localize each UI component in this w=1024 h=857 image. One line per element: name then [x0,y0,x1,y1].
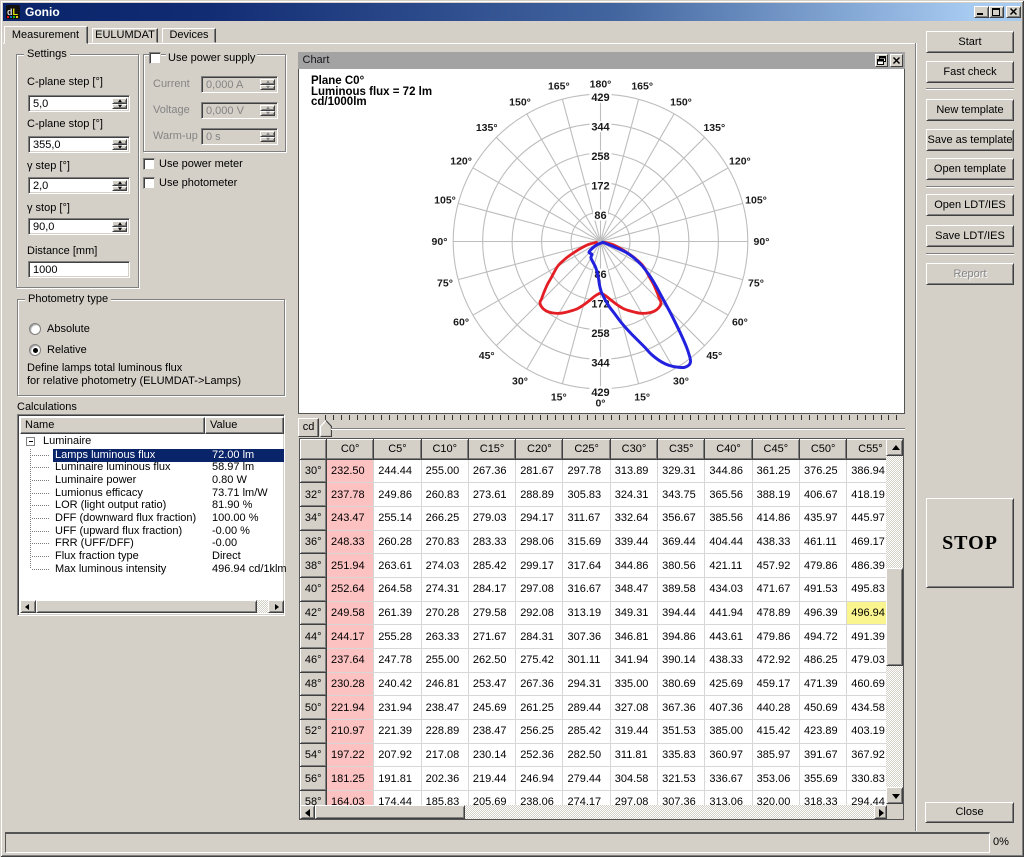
svg-text:30°: 30° [512,375,528,387]
svg-text:90°: 90° [753,236,769,248]
svg-text:150°: 150° [509,97,531,109]
svg-text:258: 258 [591,151,609,163]
svg-text:165°: 165° [631,81,653,93]
svg-text:344: 344 [591,357,610,369]
svg-text:86: 86 [594,210,606,222]
svg-text:45°: 45° [706,350,722,362]
svg-text:15°: 15° [634,392,650,404]
svg-text:75°: 75° [748,278,764,290]
svg-text:172: 172 [591,181,609,193]
svg-text:135°: 135° [475,122,497,134]
svg-text:150°: 150° [670,97,692,109]
svg-text:258: 258 [591,328,609,340]
svg-text:L: L [13,7,19,17]
svg-text:120°: 120° [450,156,472,168]
svg-text:165°: 165° [547,81,569,93]
svg-text:120°: 120° [729,156,751,168]
svg-text:180°: 180° [589,79,611,91]
svg-text:45°: 45° [478,350,494,362]
svg-text:60°: 60° [453,317,469,329]
svg-text:429: 429 [591,92,609,104]
svg-text:135°: 135° [703,122,725,134]
svg-text:15°: 15° [550,392,566,404]
svg-text:105°: 105° [745,194,767,206]
svg-text:0°: 0° [595,398,605,410]
svg-text:60°: 60° [731,317,747,329]
svg-text:90°: 90° [431,236,447,248]
svg-text:75°: 75° [437,278,453,290]
svg-text:30°: 30° [673,375,689,387]
svg-text:344: 344 [591,122,610,134]
svg-text:105°: 105° [434,194,456,206]
